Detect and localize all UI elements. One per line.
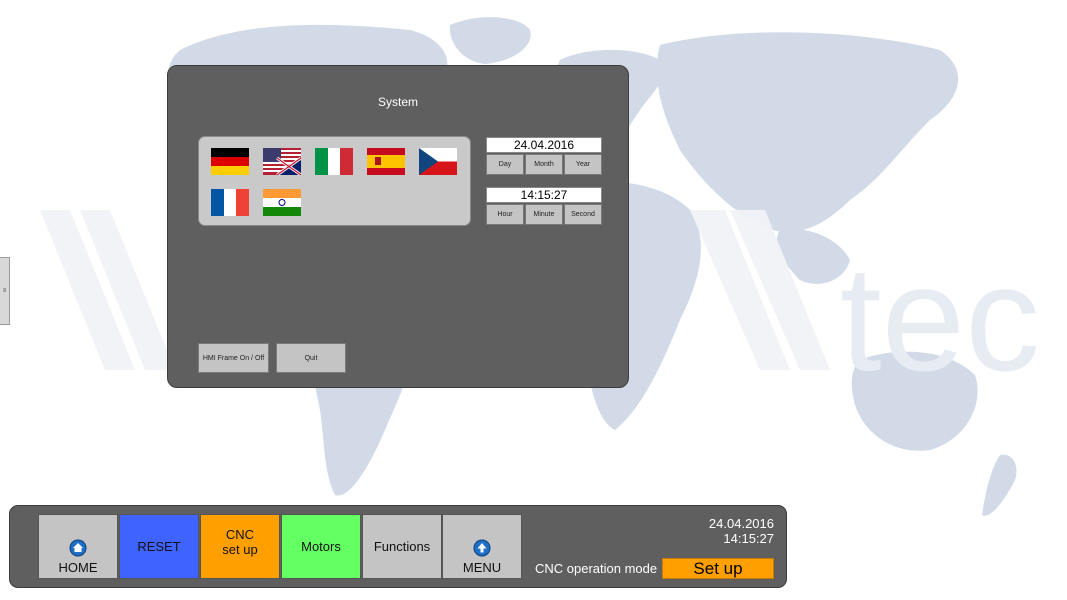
functions-button[interactable]: Functions xyxy=(362,514,442,579)
side-tab-glyph: ≡ xyxy=(2,288,7,294)
italian-flag-icon[interactable] xyxy=(315,148,353,175)
czech-flag-icon[interactable] xyxy=(419,148,457,175)
menu-up-icon xyxy=(473,539,491,557)
time-display: 14:15:27 xyxy=(486,187,602,203)
quit-button[interactable]: Quit xyxy=(276,343,346,373)
day-button[interactable]: Day xyxy=(486,154,524,175)
system-panel: System 24.04.2016 Day Month Year 14:15:2… xyxy=(167,65,629,388)
side-panel-tab[interactable]: ≡ xyxy=(0,257,10,325)
french-flag-icon[interactable] xyxy=(211,189,249,216)
minute-button[interactable]: Minute xyxy=(525,204,563,225)
year-button[interactable]: Year xyxy=(564,154,602,175)
status-time: 14:15:27 xyxy=(723,531,774,546)
home-button-label: HOME xyxy=(58,560,98,575)
german-flag-icon[interactable] xyxy=(211,148,249,175)
hour-button[interactable]: Hour xyxy=(486,204,524,225)
language-selector xyxy=(198,136,471,226)
hmi-frame-toggle-button[interactable]: HMI Frame On / Off xyxy=(198,343,269,373)
indian-flag-icon[interactable] xyxy=(263,189,301,216)
menu-button-label: MENU xyxy=(462,560,502,575)
month-button[interactable]: Month xyxy=(525,154,563,175)
panel-title: System xyxy=(377,95,418,109)
operation-mode-label: CNC operation mode xyxy=(535,561,658,576)
operation-mode-value: Set up xyxy=(662,558,774,579)
second-button[interactable]: Second xyxy=(564,204,602,225)
date-display: 24.04.2016 xyxy=(486,137,602,153)
reset-button[interactable]: RESET xyxy=(119,514,199,579)
watermark-text: tec xyxy=(840,234,1040,402)
motors-button[interactable]: Motors xyxy=(281,514,361,579)
motors-button-label: Motors xyxy=(301,539,341,554)
functions-button-label: Functions xyxy=(373,539,431,554)
home-icon xyxy=(69,539,87,557)
reset-button-label: RESET xyxy=(137,539,181,554)
cnc-setup-button-label: CNC set up xyxy=(222,526,258,557)
spanish-flag-icon[interactable] xyxy=(367,148,405,175)
cnc-setup-button[interactable]: CNC set up xyxy=(200,514,280,579)
status-date: 24.04.2016 xyxy=(708,516,774,531)
status-datetime: 24.04.2016 14:15:27 xyxy=(709,516,774,546)
bottom-navigation-bar: HOME RESET CNC set up Motors Functions M… xyxy=(9,505,787,588)
home-button[interactable]: HOME xyxy=(38,514,118,579)
menu-button[interactable]: MENU xyxy=(442,514,522,579)
uk-us-flag-icon[interactable] xyxy=(263,148,301,175)
